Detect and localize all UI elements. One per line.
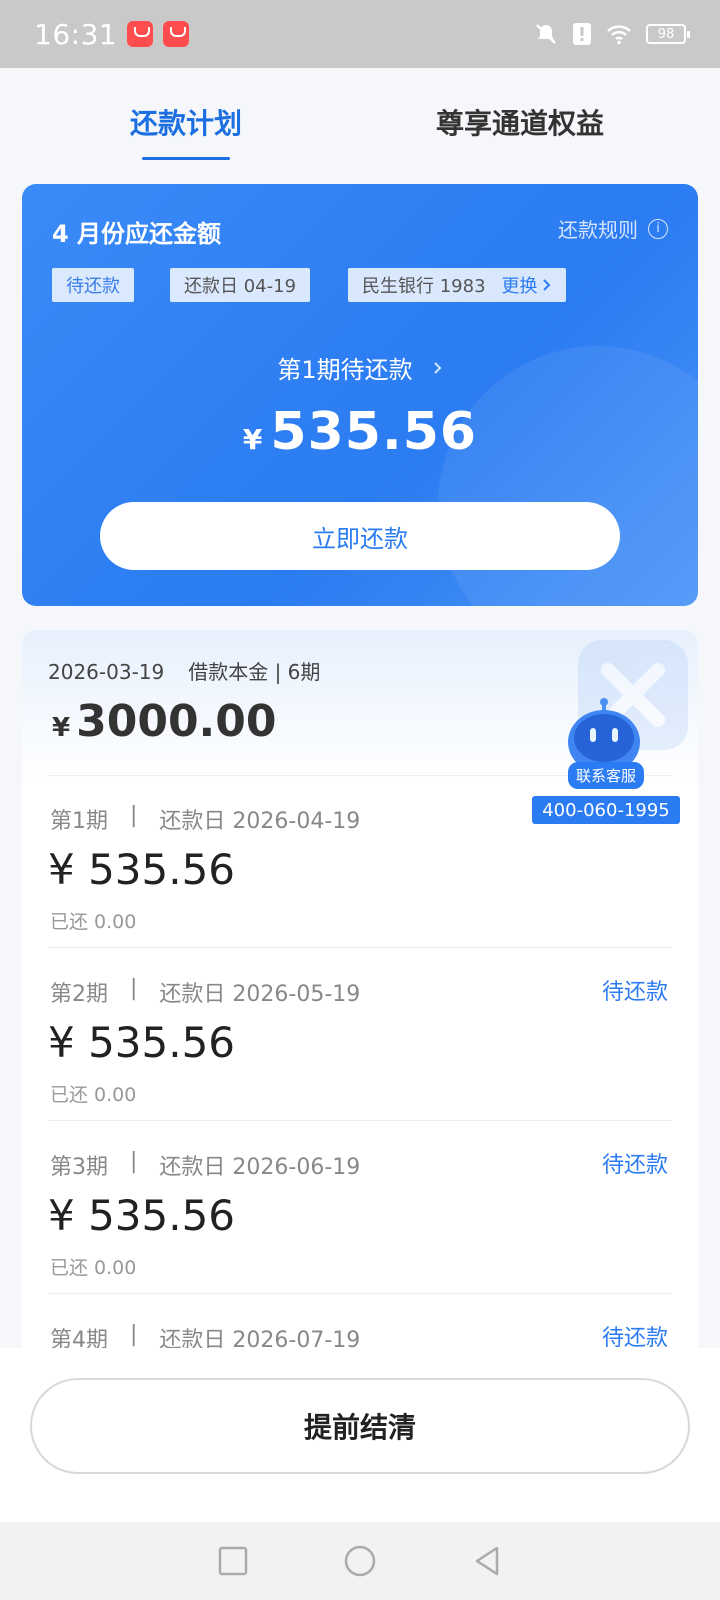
installment-paid: 已还 0.00 [50,1257,137,1279]
currency-symbol: ¥ [52,713,71,743]
repayment-rules-label: 还款规则 [558,218,638,242]
installment-status: 待还款 [601,1153,668,1178]
change-card-label: 更换 [501,276,538,297]
info-icon: i [648,218,668,239]
separator: | [130,1322,138,1347]
installment-paid: 已还 0.00 [50,911,137,933]
loan-principal-value: 3000.00 [76,696,277,747]
installment-due: 还款日 2026-06-19 [159,1155,361,1180]
early-settlement-button[interactable]: 提前结清 [30,1378,690,1474]
installment-amount: ¥ 535.56 [48,1191,236,1240]
installment-status: 待还款 [601,980,668,1005]
pay-now-button[interactable]: 立即还款 [100,502,620,570]
repayment-summary-card: 4 月份应还金额 还款规则 i 待还款 还款日 04-19 民生银行 1983 … [22,184,698,606]
home-icon[interactable] [343,1544,377,1578]
installment-paid: 已还 0.00 [50,1084,137,1106]
alert-icon [573,23,591,45]
installment-row[interactable]: 第2期 | 还款日 2026-05-19 待还款 ¥ 535.56 已还 0.0… [22,948,698,1121]
installment-head: 第3期 | 还款日 2026-06-19 [50,1149,360,1181]
period-pending-label: 第1期待还款 [277,356,413,384]
due-date-chip: 还款日 04-19 [170,268,311,302]
wifi-icon [607,25,631,45]
installment-row[interactable]: 第3期 | 还款日 2026-06-19 待还款 ¥ 535.56 已还 0.0… [22,1121,698,1294]
separator: | [130,1149,138,1174]
bank-card-label: 民生银行 1983 [362,276,486,297]
system-nav-bar [0,1522,720,1600]
installment-status: 待还款 [601,1326,668,1350]
installment-period: 第1期 [50,809,108,834]
loan-date: 2026-03-19 [48,660,165,684]
mute-icon [536,24,556,44]
loan-principal: ¥3000.00 [52,696,277,747]
back-icon[interactable] [471,1544,503,1578]
installment-period: 第3期 [50,1155,108,1180]
loan-meta: 2026-03-19 借款本金 | 6期 [48,656,320,685]
shopping-bag-icon [127,21,154,47]
installment-due: 还款日 2026-04-19 [159,809,361,834]
installment-period: 第2期 [50,982,108,1007]
currency-symbol: ¥ [242,423,263,456]
battery-icon: 98 [646,24,690,44]
change-card-button[interactable]: 更换 [502,272,552,298]
bottom-action-panel: 提前结清 [0,1348,720,1522]
tab-bar: 还款计划 尊享通道权益 [0,68,720,178]
status-bar: 16:31 98 [0,0,720,68]
shopping-bag-icon [163,21,190,47]
separator: | [130,803,138,828]
installment-period: 第4期 [50,1328,108,1350]
chevron-right-icon [542,279,550,291]
installment-amount: ¥ 535.56 [48,845,236,894]
customer-service-widget[interactable]: 联系客服 400-060-1995 [532,686,682,826]
chevron-right-icon [433,361,442,374]
installment-amount: ¥ 535.56 [48,1018,236,1067]
tab-repayment-plan[interactable]: 还款计划 [130,102,242,160]
loan-desc: 借款本金 | 6期 [188,660,321,684]
installment-due: 还款日 2026-07-19 [159,1328,361,1350]
service-phone[interactable]: 400-060-1995 [532,796,680,824]
installment-head: 第1期 | 还款日 2026-04-19 [50,803,360,835]
repayment-rules-link[interactable]: 还款规则 i [558,214,668,243]
status-chip: 待还款 [52,268,134,302]
tab-premium-benefits[interactable]: 尊享通道权益 [436,102,604,142]
separator: | [130,976,138,1001]
due-amount-value: 535.56 [270,402,478,462]
period-pending-link[interactable]: 第1期待还款 [22,350,698,385]
status-icons: 98 [534,22,690,46]
contact-service-label: 联系客服 [568,762,645,789]
month-due-title: 4 月份应还金额 [52,220,222,248]
status-time: 16:31 [34,17,118,51]
battery-level: 98 [657,26,675,42]
installment-row[interactable]: 第4期 | 还款日 2026-07-19 待还款 [22,1294,698,1350]
bank-card-chip: 民生银行 1983 更换 [348,268,566,302]
installment-due: 还款日 2026-05-19 [159,982,361,1007]
installment-head: 第4期 | 还款日 2026-07-19 [50,1322,360,1350]
due-amount: ¥535.56 [22,402,698,462]
recent-apps-icon[interactable] [217,1545,249,1577]
installment-head: 第2期 | 还款日 2026-05-19 [50,976,360,1008]
